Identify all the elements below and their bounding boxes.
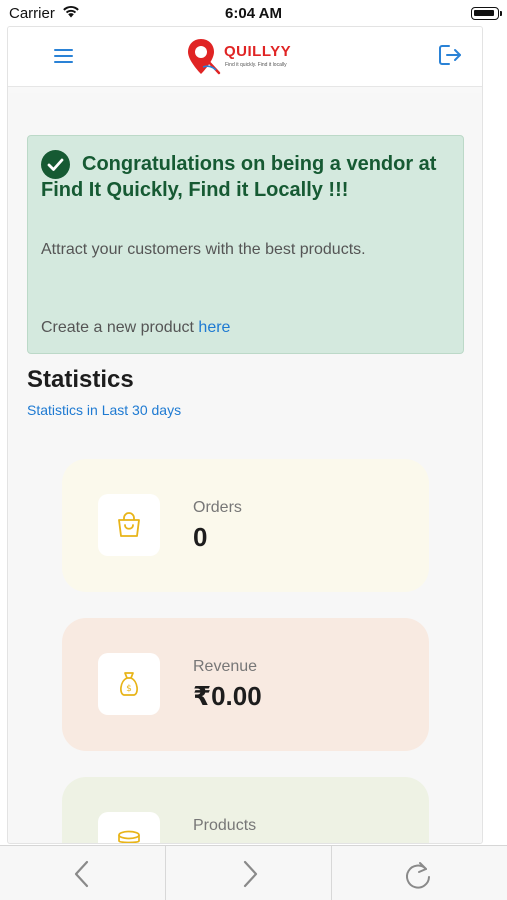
menu-icon[interactable] [52,45,76,67]
revenue-value: ₹0.00 [193,681,262,711]
browser-toolbar [0,845,507,900]
orders-value: 0 [193,522,208,552]
products-card[interactable]: Products [62,777,429,843]
brand-name: QUILLYY [224,43,292,60]
products-label: Products [193,817,257,834]
money-bag-icon: $ [120,672,138,696]
quillyy-logo[interactable]: QUILLYY Find it quickly. Find it locally [186,37,306,77]
revenue-label: Revenue [193,658,258,675]
coin-stack-icon [118,830,140,843]
orders-label: Orders [193,499,242,516]
back-button[interactable] [0,846,165,900]
create-product-text: Create a new product [41,319,199,336]
svg-text:$: $ [126,684,132,694]
location-pin-icon [188,39,221,75]
statistics-subtitle: Statistics in Last 30 days [27,402,182,418]
statistics-title: Statistics [27,366,134,393]
reload-button[interactable] [332,846,497,900]
forward-arrow-icon [243,860,258,888]
app-frame: QUILLYY Find it quickly. Find it locally… [7,26,483,844]
congrats-alert: Congratulations on being a vendor at Fin… [27,135,464,354]
battery-icon [471,7,502,20]
create-product-prompt: Create a new product here [41,319,230,337]
app-header: QUILLYY Find it quickly. Find it locally [8,27,482,87]
reload-icon [406,862,430,889]
create-product-link[interactable]: here [198,319,230,336]
shopping-bag-icon [118,512,140,537]
clock: 6:04 AM [225,5,282,22]
logout-icon[interactable] [437,43,463,67]
orders-card[interactable]: Orders 0 [62,459,429,592]
products-icon-box [98,812,160,843]
forward-button[interactable] [166,846,331,900]
revenue-card[interactable]: $ Revenue ₹0.00 [62,618,429,751]
status-bar: Carrier 6:04 AM [0,0,507,26]
revenue-icon-box: $ [98,653,160,715]
congrats-title: Congratulations on being a vendor at Fin… [41,153,437,201]
congrats-message: Attract your customers with the best pro… [41,241,366,258]
orders-icon-box [98,494,160,556]
brand-tagline: Find it quickly. Find it locally [225,62,287,68]
back-arrow-icon [74,860,89,888]
